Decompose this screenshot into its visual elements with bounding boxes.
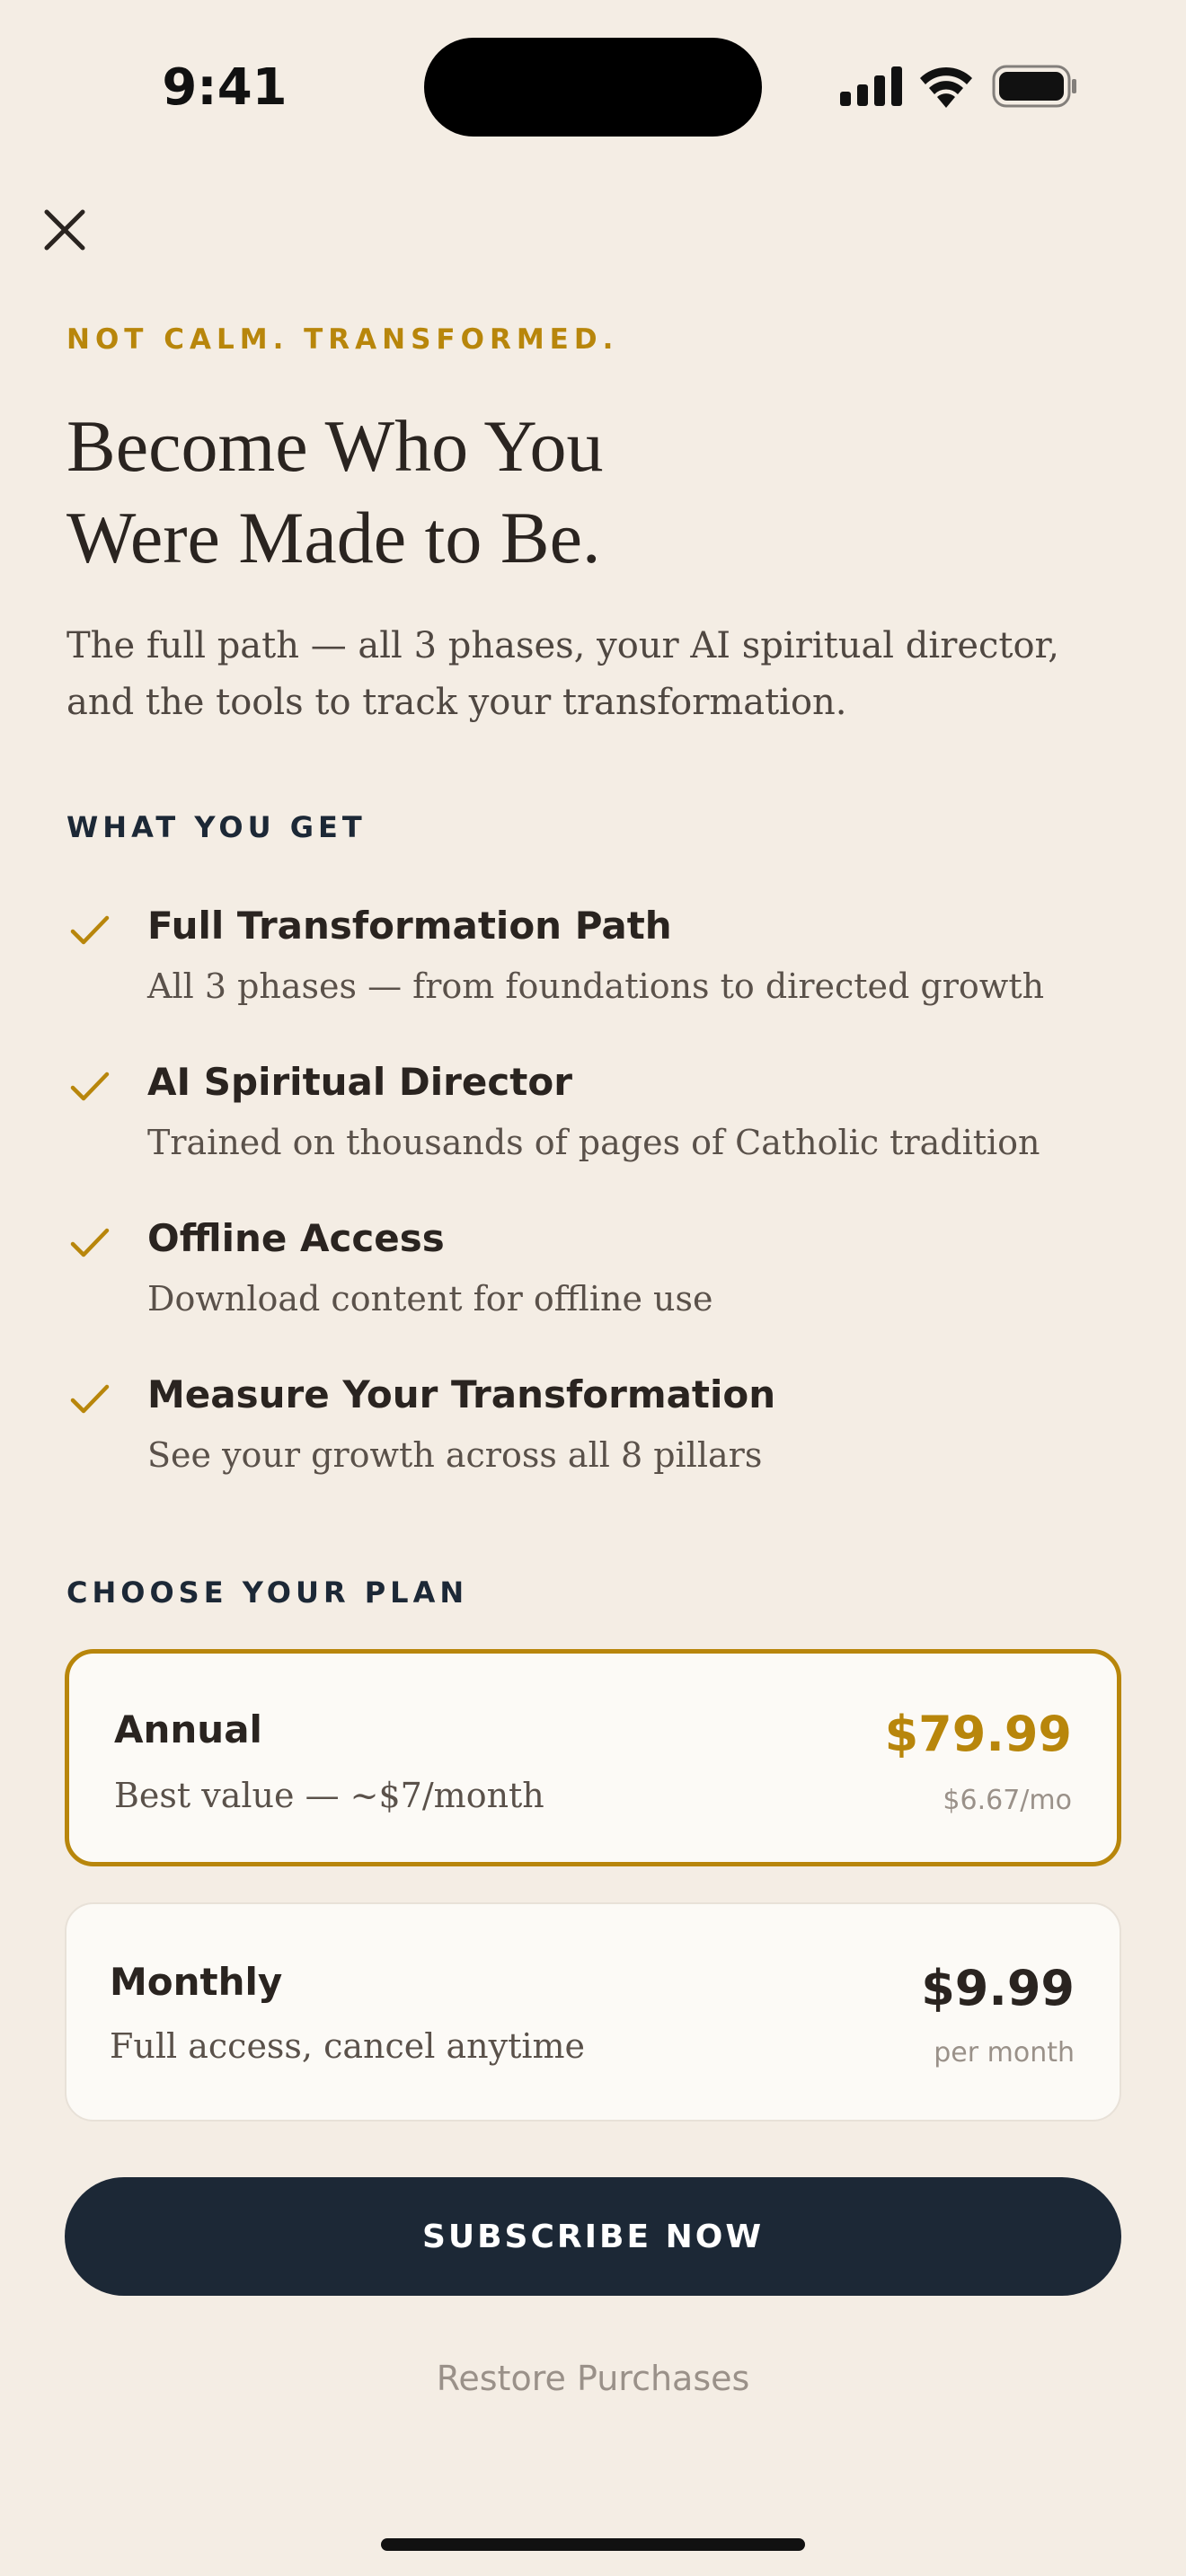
- battery-icon: [992, 65, 1076, 108]
- features-section-label: WHAT YOU GET: [66, 810, 367, 844]
- wifi-icon: [920, 66, 972, 108]
- plan-description: Best value — ~$7/month: [114, 1776, 544, 1815]
- plan-name: Monthly: [110, 1960, 283, 2004]
- status-time: 9:41: [162, 58, 288, 117]
- plan-option-monthly[interactable]: Monthly Full access, cancel anytime $9.9…: [65, 1902, 1121, 2122]
- feature-description: See your growth across all 8 pillars: [147, 1435, 763, 1475]
- plan-description: Full access, cancel anytime: [110, 2026, 586, 2066]
- close-icon[interactable]: [40, 205, 90, 255]
- check-icon: [70, 915, 110, 945]
- page-title: Become Who You Were Made to Be.: [66, 401, 1055, 584]
- feature-item-transformation-path: Full Transformation Path All 3 phases — …: [66, 904, 1127, 1038]
- signal-icon: [840, 66, 902, 106]
- restore-purchases-link[interactable]: Restore Purchases: [323, 2359, 863, 2398]
- check-icon: [70, 1384, 110, 1414]
- feature-title: Measure Your Transformation: [147, 1372, 776, 1416]
- feature-title: AI Spiritual Director: [147, 1060, 572, 1104]
- plan-option-annual[interactable]: Annual Best value — ~$7/month $79.99 $6.…: [65, 1649, 1121, 1866]
- feature-description: Download content for offline use: [147, 1279, 713, 1319]
- feature-item-offline-access: Offline Access Download content for offl…: [66, 1216, 1127, 1351]
- feature-description: All 3 phases — from foundations to direc…: [147, 966, 1045, 1006]
- feature-item-ai-director: AI Spiritual Director Trained on thousan…: [66, 1060, 1127, 1195]
- eyebrow-tagline: NOT CALM. TRANSFORMED.: [66, 323, 619, 356]
- dynamic-island: [424, 38, 762, 137]
- plan-price: $79.99: [884, 1706, 1072, 1762]
- home-indicator: [381, 2538, 805, 2551]
- plan-price: $9.99: [921, 1960, 1075, 2016]
- subscribe-button[interactable]: SUBSCRIBE NOW: [65, 2177, 1121, 2296]
- check-icon: [70, 1072, 110, 1101]
- feature-item-measure-transformation: Measure Your Transformation See your gro…: [66, 1372, 1127, 1507]
- check-icon: [70, 1228, 110, 1257]
- feature-title: Offline Access: [147, 1216, 445, 1260]
- plan-name: Annual: [114, 1707, 262, 1751]
- page-subtitle: The full path — all 3 phases, your AI sp…: [66, 625, 1059, 723]
- feature-description: Trained on thousands of pages of Catholi…: [147, 1123, 1040, 1162]
- plans-section-label: CHOOSE YOUR PLAN: [66, 1575, 469, 1610]
- page-title-line-2: Were Made to Be.: [66, 497, 601, 578]
- plan-price-detail: per month: [934, 2037, 1075, 2069]
- page-title-line-1: Become Who You: [66, 405, 604, 487]
- feature-title: Full Transformation Path: [147, 904, 672, 948]
- plan-price-detail: $6.67/mo: [943, 1785, 1072, 1816]
